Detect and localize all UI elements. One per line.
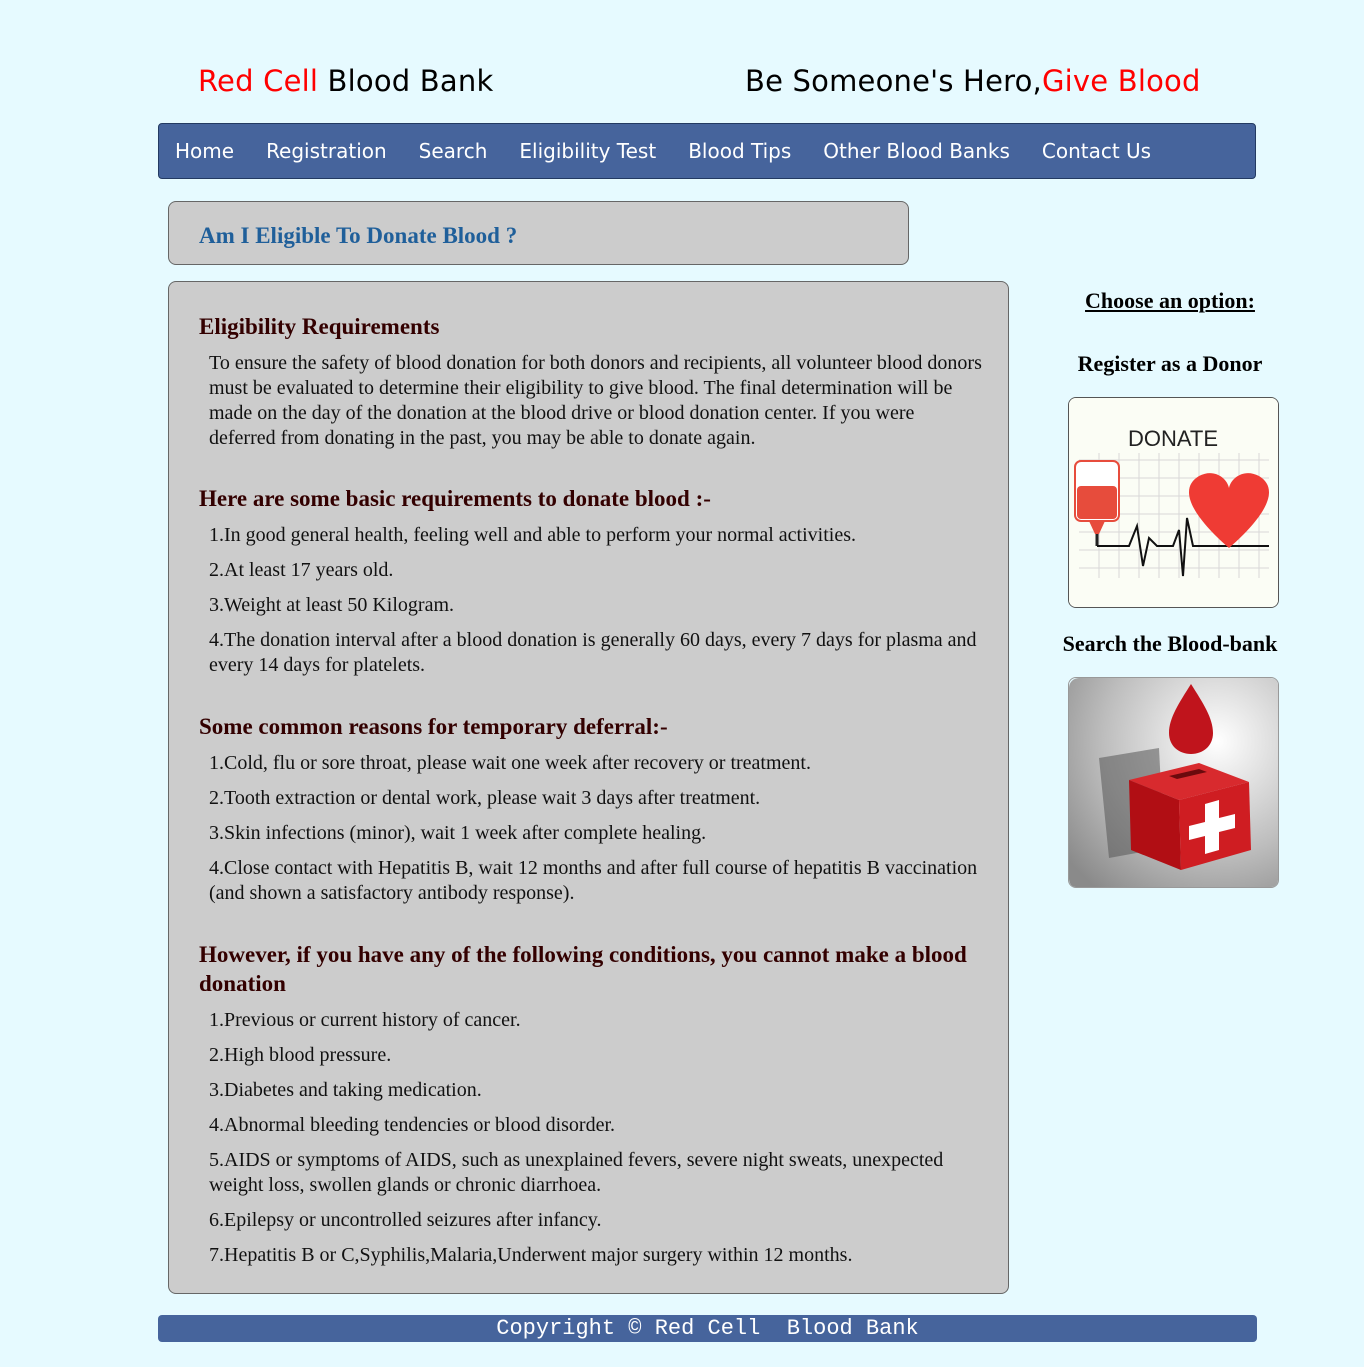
list-item: 4.The donation interval after a blood do… [209,629,977,676]
choose-option-label: Choose an option: [1085,288,1255,313]
slogan-red-text: Give Blood [1041,64,1201,98]
list-item: 1.Previous or current history of cancer. [209,1009,521,1031]
basic-requirements-heading: Here are some basic requirements to dona… [199,486,711,511]
search-bloodbank-label: Search the Blood-bank [1062,631,1278,656]
list-item: 3.Diabetes and taking medication. [209,1079,482,1101]
footer-copyright: Copyright © Red Cell Blood Bank [158,1315,1257,1342]
list-item: 7.Hepatitis B or C,Syphilis,Malaria,Unde… [209,1244,853,1266]
eligibility-paragraph: To ensure the safety of blood donation f… [209,352,982,449]
nav-search[interactable]: Search [419,139,488,163]
nav-blood-tips[interactable]: Blood Tips [688,139,791,163]
page-title-box: Am I Eligible To Donate Blood ? [168,201,909,265]
eligibility-content-panel: Eligibility Requirements To ensure the s… [168,281,1009,1294]
nav-registration[interactable]: Registration [266,139,387,163]
list-item: 5.AIDS or symptoms of AIDS, such as unex… [209,1149,944,1196]
list-item: 3.Weight at least 50 Kilogram. [209,594,454,616]
register-donor-label: Register as a Donor [1077,351,1263,376]
list-item: 2.At least 17 years old. [209,559,394,581]
blood-donation-box-icon [1069,678,1278,887]
eligibility-heading: Eligibility Requirements [199,314,440,339]
logo-red-text: Red Cell [198,64,319,98]
logo-black-text: Blood Bank [318,64,494,98]
donate-heart-ecg-icon: DONATE [1069,398,1278,607]
register-donor-image-link[interactable]: DONATE [1068,397,1279,608]
nav-other-blood-banks[interactable]: Other Blood Banks [823,139,1010,163]
list-item: 3.Skin infections (minor), wait 1 week a… [209,822,707,844]
nav-home[interactable]: Home [175,139,234,163]
cannot-donate-heading: However, if you have any of the followin… [199,942,967,996]
nav-contact-us[interactable]: Contact Us [1042,139,1151,163]
site-logo-title: Red Cell Blood Bank [198,64,493,98]
list-item: 6.Epilepsy or uncontrolled seizures afte… [209,1209,602,1231]
list-item: 2.Tooth extraction or dental work, pleas… [209,787,761,809]
main-navbar: Home Registration Search Eligibility Tes… [158,123,1256,179]
list-item: 2.High blood pressure. [209,1044,392,1066]
temporary-deferral-heading: Some common reasons for temporary deferr… [199,714,668,739]
list-item: 1.In good general health, feeling well a… [209,524,857,546]
donate-image-text: DONATE [1128,426,1218,451]
slogan-black-text: Be Someone's Hero, [745,64,1042,98]
search-bloodbank-image-link[interactable] [1068,677,1279,888]
list-item: 4.Abnormal bleeding tendencies or blood … [209,1114,616,1136]
list-item: 4.Close contact with Hepatitis B, wait 1… [209,857,978,904]
page-title: Am I Eligible To Donate Blood ? [199,223,518,248]
nav-eligibility-test[interactable]: Eligibility Test [519,139,656,163]
list-item: 1.Cold, flu or sore throat, please wait … [209,752,811,774]
site-slogan: Be Someone's Hero,Give Blood [745,64,1201,98]
